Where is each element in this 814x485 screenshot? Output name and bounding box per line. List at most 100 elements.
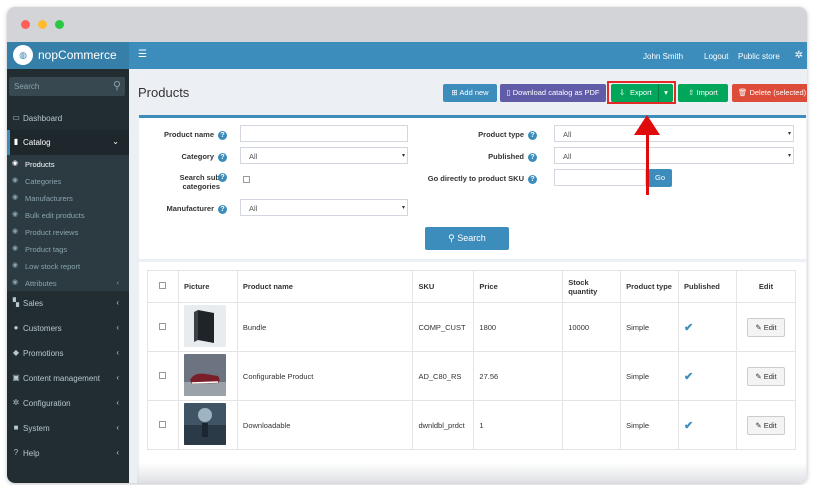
user-name-link[interactable]: John Smith (643, 52, 683, 61)
sidebar-item-content-management[interactable]: ▣ Content management ‹ (7, 366, 129, 391)
help-icon[interactable]: ? (218, 205, 227, 214)
help-icon[interactable]: ? (528, 153, 537, 162)
sidebar-sub-bulk-edit[interactable]: ◉ Bulk edit products (7, 206, 129, 223)
row-checkbox[interactable] (159, 420, 167, 428)
label-text: categories (182, 182, 220, 191)
sidebar: ◍ nopCommerce Search ⚲ ▭ Dashboard ▮ Cat… (7, 42, 129, 483)
sidebar-sub-manufacturers[interactable]: ◉ Manufacturers (7, 189, 129, 206)
sidebar-sub-product-reviews[interactable]: ◉ Product reviews (7, 223, 129, 240)
public-store-link[interactable]: Public store (738, 52, 780, 61)
product-name-cell: Downloadable (236, 400, 414, 450)
product-name-input[interactable] (240, 125, 408, 142)
chevron-left-icon: ‹ (116, 448, 119, 457)
product-type-cell: Simple (620, 400, 680, 450)
circle-icon: ◉ (12, 194, 19, 201)
sidebar-item-promotions[interactable]: ◆ Promotions ‹ (7, 341, 129, 366)
sku-input[interactable] (554, 169, 646, 186)
sidebar-sub-attributes[interactable]: ◉ Attributes ‹ (7, 274, 129, 291)
column-header[interactable]: SKU (412, 270, 475, 303)
manufacturer-select[interactable]: All ▾ (240, 199, 408, 216)
circle-icon: ◉ (12, 228, 19, 235)
help-icon[interactable]: ? (528, 131, 537, 140)
column-header[interactable]: Picture (177, 270, 238, 303)
stock-cell: 10000 (562, 302, 622, 352)
category-select[interactable]: All ▾ (240, 147, 408, 164)
sidebar-sub-low-stock[interactable]: ◉ Low stock report (7, 257, 129, 274)
help-icon[interactable]: ? (218, 131, 227, 140)
sidebar-item-catalog[interactable]: ▮ Catalog ⌄ (7, 130, 129, 155)
column-header: Edit (735, 270, 797, 303)
app-window: ◍ nopCommerce Search ⚲ ▭ Dashboard ▮ Cat… (7, 7, 807, 483)
sidebar-item-dashboard[interactable]: ▭ Dashboard (7, 106, 129, 131)
manufacturer-label: Manufacturer? (147, 204, 227, 214)
select-all-header (147, 270, 179, 303)
chevron-left-icon: ‹ (116, 423, 119, 432)
logo[interactable]: ◍ nopCommerce (7, 42, 129, 69)
cart-icon: ▚ (12, 298, 20, 307)
column-header[interactable]: Product type (620, 270, 680, 303)
logout-link[interactable]: Logout (704, 52, 728, 61)
button-label: Search (457, 233, 486, 243)
product-type-cell: Simple (620, 351, 680, 401)
circle-icon: ◉ (12, 177, 19, 184)
stock-cell (562, 351, 622, 401)
chevron-left-icon: ‹ (116, 298, 119, 307)
button-label: Delete (selected) (749, 88, 807, 97)
circle-icon: ◉ (12, 211, 19, 218)
check-icon: ✔ (684, 419, 694, 432)
search-sub-categories-checkbox[interactable] (243, 176, 250, 183)
column-header[interactable]: Price (473, 270, 564, 303)
sidebar-item-help[interactable]: ? Help ‹ (7, 441, 129, 466)
sidebar-item-system[interactable]: ■ System ‹ (7, 416, 129, 441)
row-checkbox[interactable] (159, 371, 167, 379)
product-name-cell: Bundle (236, 302, 414, 352)
sidebar-item-sales[interactable]: ▚ Sales ‹ (7, 291, 129, 316)
row-checkbox[interactable] (159, 322, 167, 330)
column-header[interactable]: Published (678, 270, 737, 303)
products-table: Picture Product name SKU Price Stock qua… (147, 270, 797, 450)
sidebar-search-input[interactable]: Search ⚲ (9, 77, 125, 96)
edit-button[interactable]: ✎ Edit (746, 415, 785, 435)
published-select[interactable]: All ▾ (554, 147, 794, 164)
logo-text: nopCommerce (38, 48, 117, 62)
product-type-select[interactable]: All ▾ (554, 125, 794, 142)
delete-selected-button[interactable]: 🗑 Delete (selected) (732, 84, 807, 102)
column-header[interactable]: Product name (236, 270, 414, 303)
sidebar-item-configuration[interactable]: ✲ Configuration ‹ (7, 391, 129, 416)
edit-button[interactable]: ✎ Edit (746, 366, 785, 386)
sidebar-item-customers[interactable]: ● Customers ‹ (7, 316, 129, 341)
row-select-cell (147, 302, 179, 352)
label-text: Published (488, 152, 524, 161)
edit-button[interactable]: ✎ Edit (746, 317, 785, 337)
close-window-button[interactable] (21, 20, 30, 29)
stock-cell (562, 400, 622, 450)
hamburger-menu-icon[interactable]: ☰ (138, 49, 147, 60)
download-pdf-button[interactable]: ▯ Download catalog as PDF (500, 84, 606, 102)
add-new-button[interactable]: ⊞ Add new (443, 84, 497, 102)
go-button[interactable]: Go (648, 169, 672, 187)
picture-cell (177, 351, 238, 401)
sidebar-sub-product-tags[interactable]: ◉ Product tags (7, 240, 129, 257)
tag-icon: ◆ (12, 348, 20, 357)
user-icon: ● (13, 323, 19, 332)
export-highlight-box (607, 81, 676, 104)
help-icon[interactable]: ? (218, 173, 227, 182)
help-icon[interactable]: ? (528, 175, 537, 184)
help-icon[interactable]: ? (218, 153, 227, 162)
pencil-icon: ✎ (755, 371, 762, 381)
search-icon[interactable]: ⚲ (113, 79, 121, 92)
question-icon: ? (13, 448, 19, 457)
search-button[interactable]: ⚲ Search (425, 227, 509, 250)
minimize-window-button[interactable] (38, 20, 47, 29)
sidebar-sub-products[interactable]: ◉ Products (7, 155, 129, 172)
sidebar-item-label: Content management (23, 374, 100, 383)
sidebar-sub-categories[interactable]: ◉ Categories (7, 172, 129, 189)
published-cell: ✔ (678, 400, 737, 450)
gears-icon[interactable]: ✲ (795, 50, 803, 61)
import-button[interactable]: ⇧ Import (678, 84, 728, 102)
edit-cell: ✎ Edit (735, 400, 797, 450)
maximize-window-button[interactable] (55, 20, 64, 29)
column-header[interactable]: Stock quantity (562, 270, 622, 303)
select-all-checkbox[interactable] (159, 282, 167, 289)
gears-icon: ✲ (12, 398, 20, 407)
